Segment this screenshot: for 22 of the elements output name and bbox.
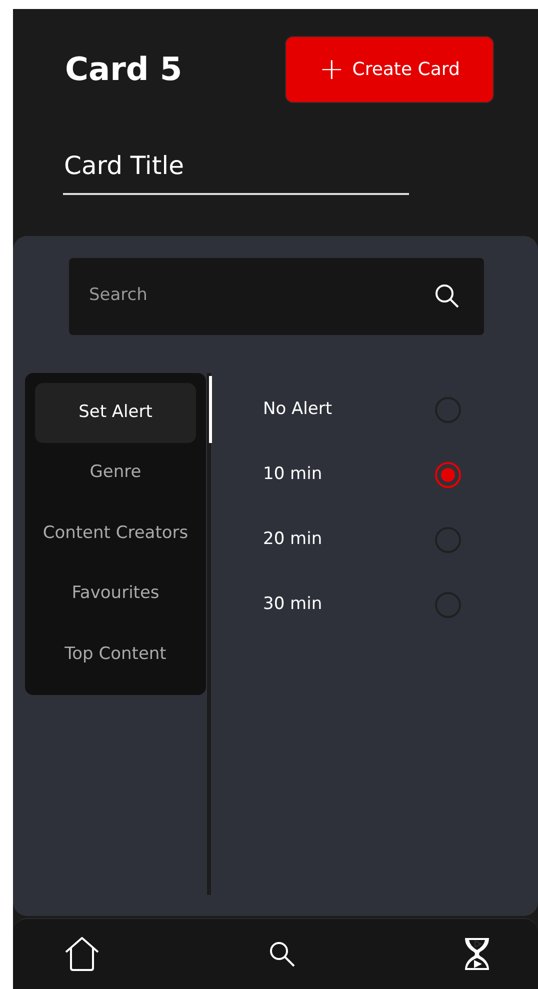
sidebar-item[interactable]: Set Alert [35,382,196,443]
option-label: 30 min [263,593,324,616]
radio-button[interactable] [435,592,461,618]
create-card-button[interactable]: + Create Card [285,36,494,103]
radio-button[interactable] [435,397,461,423]
card-title-field[interactable]: Card Title [63,147,409,194]
page-title: Card 5 [65,50,182,89]
radio-button[interactable] [435,462,461,488]
search-field[interactable]: Search [69,258,484,334]
sidebar-item[interactable]: Genre [35,442,196,504]
sidebar-item[interactable]: Top Content [35,624,196,685]
home-icon[interactable] [64,936,100,971]
radio-button[interactable] [435,527,461,553]
option-label: 20 min [263,528,324,552]
scroll-thumb[interactable] [209,376,212,442]
hourglass-icon[interactable] [464,936,490,971]
option-label: 10 min [263,463,324,486]
sidebar-item[interactable]: Favourites [35,564,196,624]
option-label: No Alert [263,398,333,422]
search-icon[interactable] [434,282,460,308]
search-icon[interactable] [269,940,295,967]
sidebar-item[interactable]: Content Creators [35,503,196,564]
